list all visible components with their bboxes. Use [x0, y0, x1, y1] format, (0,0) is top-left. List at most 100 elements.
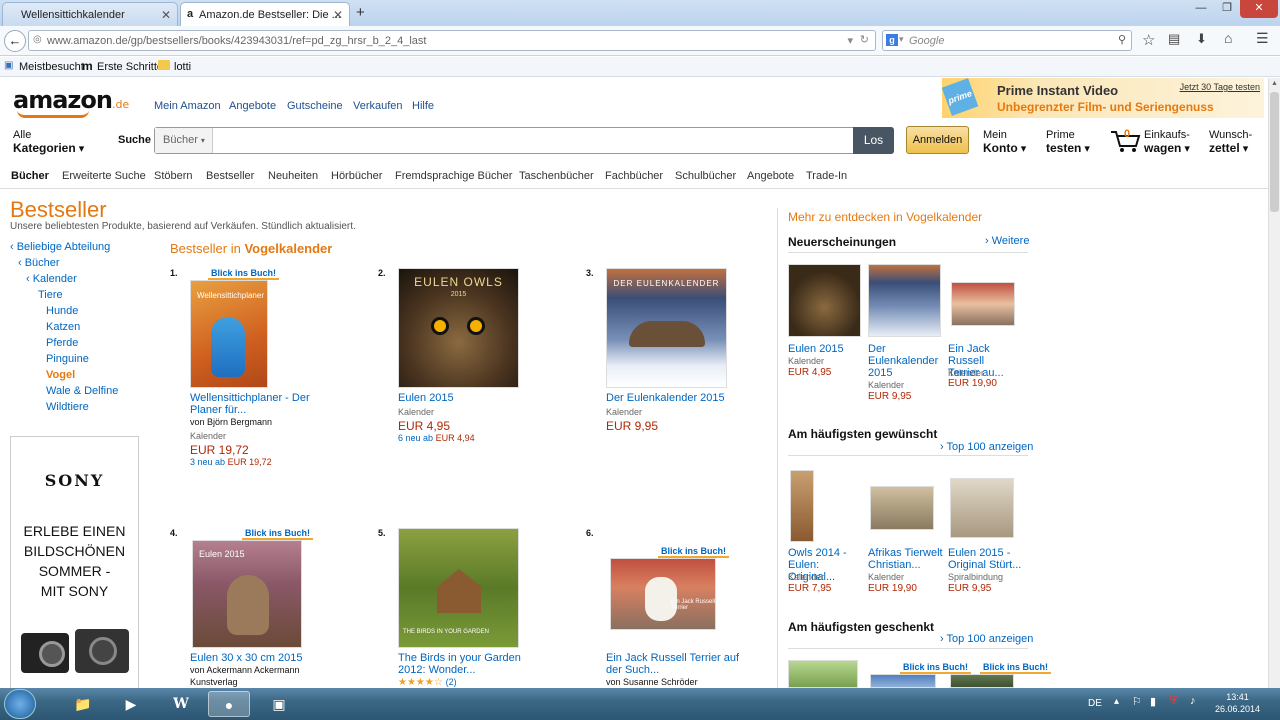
- security-icon[interactable]: ⛨: [1170, 695, 1178, 708]
- explorer-icon[interactable]: 📁: [62, 691, 104, 717]
- subnav-bestseller[interactable]: Bestseller: [206, 170, 254, 182]
- subnav-stoebern[interactable]: Stöbern: [154, 170, 193, 182]
- link-mein-amazon[interactable]: Mein Amazon: [154, 100, 221, 112]
- review-count[interactable]: (2): [446, 677, 457, 687]
- browser-tab[interactable]: Wellensittichkalender ✕: [2, 2, 178, 26]
- tray-icon[interactable]: ⚐: [1132, 695, 1142, 708]
- close-icon[interactable]: ✕: [161, 8, 171, 22]
- all-categories-menu[interactable]: Alle Kategorien ▾: [13, 129, 84, 156]
- menu-icon[interactable]: ☰: [1256, 30, 1269, 47]
- reload-icon[interactable]: ↻: [860, 33, 869, 46]
- category-link[interactable]: Wale & Delfine: [46, 385, 118, 397]
- home-icon[interactable]: ⌂: [1224, 30, 1232, 46]
- wish-title-3[interactable]: Eulen 2015 - Original Stürt...: [948, 547, 1028, 571]
- tray-arrow-icon[interactable]: ▴: [1114, 696, 1119, 707]
- wish-cover-afrika[interactable]: [870, 486, 934, 530]
- subnav-neuheiten[interactable]: Neuheiten: [268, 170, 318, 182]
- vertical-scrollbar[interactable]: ▲: [1268, 78, 1280, 688]
- category-link[interactable]: ‹ Bücher: [18, 257, 60, 269]
- category-link[interactable]: ‹ Kalender: [26, 273, 77, 285]
- subnav-schulbuecher[interactable]: Schulbücher: [675, 170, 736, 182]
- browser-search-input[interactable]: g ▾ Google ⚲: [882, 30, 1132, 51]
- product-title-3[interactable]: Der Eulenkalender 2015: [606, 392, 725, 404]
- subnav-erweiterte-suche[interactable]: Erweiterte Suche: [62, 170, 146, 182]
- dropdown-icon[interactable]: ▾: [847, 34, 853, 47]
- product-title-5[interactable]: The Birds in your Garden 2012: Wonder...: [398, 652, 521, 676]
- back-icon[interactable]: ←: [4, 30, 26, 52]
- account-menu[interactable]: Mein Konto ▾: [983, 129, 1026, 156]
- subnav-fremdsprachige[interactable]: Fremdsprachige Bücher: [395, 170, 512, 182]
- scroll-up-icon[interactable]: ▲: [1271, 80, 1278, 87]
- search-submit-button[interactable]: Los: [853, 127, 894, 154]
- new-title-2[interactable]: Der Eulenkalender 2015: [868, 343, 946, 379]
- wish-cover-eulen-sturt[interactable]: [950, 478, 1014, 538]
- app-icon[interactable]: ▣: [258, 691, 300, 717]
- new-cover-eulenkalender[interactable]: [868, 264, 941, 337]
- bookmark-lotti[interactable]: lotti: [174, 61, 191, 73]
- top100-link[interactable]: › Top 100 anzeigen: [940, 441, 1033, 453]
- gift-cover-1[interactable]: [788, 660, 858, 688]
- product-title-2[interactable]: Eulen 2015: [398, 392, 454, 404]
- new-title-1[interactable]: Eulen 2015: [788, 343, 866, 355]
- media-player-icon[interactable]: ▶: [110, 691, 152, 717]
- link-angebote[interactable]: Angebote: [229, 100, 276, 112]
- subnav-angebote[interactable]: Angebote: [747, 170, 794, 182]
- bookmark-meistbesucht[interactable]: Meistbesucht: [19, 61, 84, 73]
- subnav-trade-in[interactable]: Trade-In: [806, 170, 847, 182]
- gift-cover-3[interactable]: [950, 674, 1014, 688]
- category-link[interactable]: Wildtiere: [46, 401, 89, 413]
- product-offers-link[interactable]: 3 neu ab EUR 19,72: [190, 457, 272, 467]
- product-title-1[interactable]: Wellensittichplaner - Der Planer für...: [190, 392, 310, 416]
- new-tab-icon[interactable]: +: [356, 4, 365, 21]
- bookmarks-icon[interactable]: ▤: [1168, 31, 1180, 47]
- dropdown-icon[interactable]: ▾: [899, 34, 904, 45]
- download-icon[interactable]: ⬇: [1196, 31, 1207, 47]
- product-title-4[interactable]: Eulen 30 x 30 cm 2015: [190, 652, 303, 664]
- link-gutscheine[interactable]: Gutscheine: [287, 100, 343, 112]
- link-verkaufen[interactable]: Verkaufen: [353, 100, 403, 112]
- maximize-icon[interactable]: ❐: [1214, 0, 1240, 18]
- window-close-icon[interactable]: ✕: [1240, 0, 1278, 18]
- language-indicator[interactable]: DE: [1088, 698, 1102, 709]
- network-icon[interactable]: ▮: [1150, 695, 1156, 708]
- top100-link[interactable]: › Top 100 anzeigen: [940, 633, 1033, 645]
- minimize-icon[interactable]: —: [1188, 0, 1214, 18]
- bookmark-erste-schritte[interactable]: Erste Schritte: [97, 61, 163, 73]
- bookmark-star-icon[interactable]: ☆: [1142, 31, 1155, 49]
- subnav-taschenbuecher[interactable]: Taschenbücher: [519, 170, 594, 182]
- product-cover-birds-garden[interactable]: THE BIRDS IN YOUR GARDEN: [398, 528, 519, 648]
- wish-cover-owls-2014[interactable]: [790, 470, 814, 542]
- new-cover-jack-russell[interactable]: [951, 282, 1015, 326]
- subnav-fachbuecher[interactable]: Fachbücher: [605, 170, 663, 182]
- volume-icon[interactable]: ♪: [1190, 695, 1196, 707]
- sony-ad-banner[interactable]: SONY ERLEBE EINEN BILDSCHÖNEN SOMMER - M…: [10, 436, 139, 690]
- product-title-6[interactable]: Ein Jack Russell Terrier auf der Such...: [606, 652, 739, 676]
- cart-menu[interactable]: Einkaufs- wagen ▾: [1144, 129, 1190, 156]
- more-link[interactable]: › Weitere: [985, 235, 1029, 247]
- system-clock[interactable]: 13:41 26.06.2014: [1215, 691, 1260, 715]
- new-cover-eulen[interactable]: [788, 264, 861, 337]
- amazon-logo[interactable]: amazon.de: [13, 86, 129, 118]
- scrollbar-thumb[interactable]: [1270, 92, 1279, 212]
- word-icon[interactable]: W: [160, 691, 202, 717]
- product-cover-wellensittich[interactable]: Wellensittichplaner: [190, 280, 268, 388]
- prime-menu[interactable]: Prime testen ▾: [1046, 129, 1090, 156]
- search-icon[interactable]: ⚲: [1118, 33, 1126, 46]
- search-scope-select[interactable]: Bücher ▾: [155, 128, 213, 153]
- product-cover-eulen-owls[interactable]: EULEN OWLS 2015: [398, 268, 519, 388]
- gift-cover-2[interactable]: [870, 674, 936, 688]
- url-bar[interactable]: ◎ www.amazon.de/gp/bestsellers/books/423…: [28, 30, 876, 51]
- wishlist-menu[interactable]: Wunsch- zettel ▾: [1209, 129, 1252, 156]
- category-link[interactable]: Pferde: [46, 337, 78, 349]
- prime-banner[interactable]: prime Prime Instant Video Unbegrenzter F…: [941, 78, 1264, 118]
- firefox-icon[interactable]: ●: [208, 691, 250, 717]
- category-link[interactable]: Katzen: [46, 321, 80, 333]
- cart-icon[interactable]: 0: [1110, 128, 1142, 154]
- product-cover-jack-russell[interactable]: Ein Jack Russell Terrier: [610, 558, 716, 630]
- product-cover-eulenkalender[interactable]: DER EULENKALENDER: [606, 268, 727, 388]
- subnav-hoerbuecher[interactable]: Hörbücher: [331, 170, 382, 182]
- category-link[interactable]: Tiere: [38, 289, 63, 301]
- amazon-search-bar[interactable]: Bücher ▾ Los: [154, 127, 894, 154]
- star-rating-icon[interactable]: ★★★★☆ (2): [398, 677, 457, 688]
- close-icon[interactable]: ✕: [333, 8, 343, 22]
